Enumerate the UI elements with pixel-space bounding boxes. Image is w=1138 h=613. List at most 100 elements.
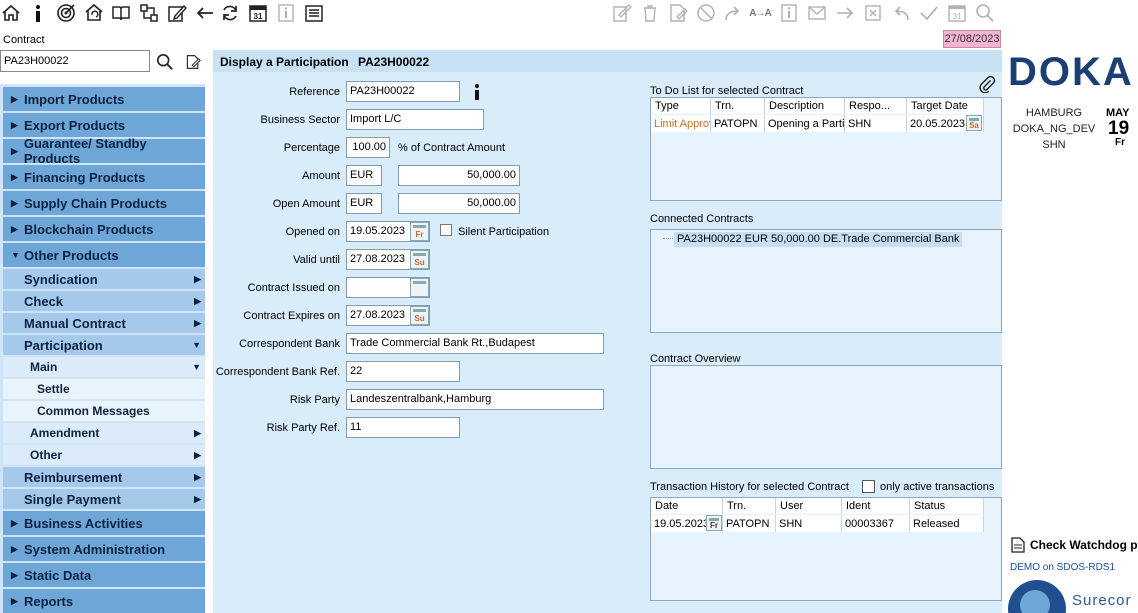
watchdog-doc-icon (1011, 537, 1025, 556)
info-icon[interactable] (27, 2, 49, 24)
opened-on-calendar-icon[interactable]: Fr (410, 222, 429, 241)
book-icon[interactable] (110, 2, 132, 24)
open-amount-currency-field[interactable]: EUR (346, 193, 382, 214)
history-col-ident[interactable]: Ident (842, 498, 910, 514)
house-refresh-icon[interactable] (83, 2, 105, 24)
nav-label: Reports (24, 593, 74, 609)
nav-label: System Administration (24, 541, 166, 557)
reference-field[interactable]: PA23H00022 (346, 81, 460, 102)
nav-reimbursement[interactable]: Reimbursement ▶ (3, 467, 205, 487)
nav-label: Business Activities (24, 515, 143, 531)
document-edit-icon[interactable] (182, 51, 204, 73)
server-link[interactable]: DEMO on SDOS-RDS1 (1010, 562, 1115, 573)
risk-party-ref-label: Risk Party Ref. (266, 422, 340, 434)
amount-field[interactable]: 50,000.00 (398, 165, 520, 186)
home-icon[interactable] (0, 2, 22, 24)
todo-date-calendar-icon[interactable]: Sa (966, 115, 982, 131)
history-col-trn[interactable]: Trn. (723, 498, 776, 514)
nav-label: Participation (24, 337, 103, 353)
workflow-icon[interactable] (138, 2, 160, 24)
only-active-checkbox[interactable] (862, 480, 875, 493)
todo-col-responsible[interactable]: Respo... (845, 98, 907, 114)
trash-icon (639, 2, 661, 24)
contract-issued-calendar-icon[interactable] (410, 278, 429, 297)
correspondent-ref-field[interactable]: 22 (346, 361, 460, 382)
todo-col-description[interactable]: Description (765, 98, 845, 114)
todo-row-description[interactable]: Opening a Partic (765, 115, 845, 132)
attachment-icon[interactable] (978, 75, 996, 96)
contract-input[interactable] (0, 50, 150, 72)
surecomp-brand: Surecor (1072, 592, 1132, 609)
list-icon[interactable] (303, 2, 325, 24)
search-icon[interactable] (154, 51, 176, 73)
history-col-date[interactable]: Date (651, 498, 723, 514)
todo-col-trn[interactable]: Trn. (711, 98, 765, 114)
forward-icon (722, 2, 744, 24)
nav-label: Financing Products (24, 169, 146, 185)
nav-static-data[interactable]: ▶ Static Data (3, 563, 205, 587)
svg-text:31: 31 (953, 12, 962, 21)
check-watchdog-link[interactable]: Check Watchdog p (1030, 538, 1138, 552)
valid-until-calendar-icon[interactable]: Su (410, 250, 429, 269)
todo-row-trn[interactable]: PATOPN (711, 115, 765, 132)
calendar-icon[interactable]: 31 (247, 2, 269, 24)
risk-party-ref-field[interactable]: 11 (346, 417, 460, 438)
nav-business-activities[interactable]: ▶ Business Activities (3, 511, 205, 535)
percentage-field[interactable]: 100.00 (346, 137, 390, 158)
history-row-user[interactable]: SHN (776, 515, 842, 532)
open-amount-field[interactable]: 50,000.00 (398, 193, 520, 214)
weekday-label: Su (414, 313, 425, 323)
refresh-icon[interactable] (219, 2, 241, 24)
calendar-weekday: Fr (1115, 137, 1125, 148)
undo-icon (890, 2, 912, 24)
history-date-calendar-icon[interactable]: Fr (706, 515, 722, 531)
history-row-ident[interactable]: 00003367 (842, 515, 910, 532)
back-arrow-icon[interactable] (194, 2, 216, 24)
todo-col-target-date[interactable]: Target Date (907, 98, 984, 114)
info-doc-icon (778, 2, 800, 24)
connected-contract-item[interactable]: PA23H00022 EUR 50,000.00 DE.Trade Commer… (674, 232, 963, 247)
edit-icon[interactable] (166, 2, 188, 24)
tree-connector (663, 238, 673, 239)
valid-until-label: Valid until (293, 254, 340, 266)
history-col-user[interactable]: User (776, 498, 842, 514)
contract-expires-calendar-icon[interactable]: Su (410, 306, 429, 325)
nav-label: Manual Contract (24, 315, 126, 331)
nav-label: Syndication (24, 271, 98, 287)
silent-participation-label: Silent Participation (458, 226, 550, 238)
nav-label: Amendment (30, 426, 100, 440)
surecomp-logo-inner (1020, 590, 1050, 613)
connected-contracts-label: Connected Contracts (650, 213, 754, 225)
todo-col-type[interactable]: Type (651, 98, 711, 114)
todo-row-type[interactable]: Limit Approv (651, 115, 711, 132)
contract-overview-label: Contract Overview (650, 353, 741, 365)
weekday-label: Sa (969, 120, 979, 130)
nav-single-payment[interactable]: Single Payment ▶ (3, 489, 205, 509)
nav-label: Import Products (24, 91, 125, 107)
todo-row-responsible[interactable]: SHN (845, 115, 907, 132)
reference-info-icon[interactable] (471, 83, 483, 104)
nav-reports[interactable]: ▶ Reports (3, 589, 205, 613)
business-sector-field[interactable]: Import L/C (346, 109, 484, 130)
silent-participation-checkbox[interactable] (440, 224, 452, 236)
history-row-trn[interactable]: PATOPN (723, 515, 776, 532)
nav-check[interactable]: Check ▶ (3, 291, 205, 311)
amount-label: Amount (302, 170, 340, 182)
nav-system-administration[interactable]: ▶ System Administration (3, 537, 205, 561)
arrow-right-icon (834, 2, 856, 24)
info-box-icon[interactable] (275, 2, 297, 24)
correspondent-bank-label: Correspondent Bank (239, 338, 340, 350)
magnifier-icon (974, 2, 996, 24)
history-row-status[interactable]: Released (910, 515, 984, 532)
correspondent-bank-field[interactable]: Trade Commercial Bank Rt.,Budapest (346, 333, 604, 354)
nav-other[interactable]: Other ▶ (3, 445, 205, 465)
opened-on-label: Opened on (285, 226, 340, 238)
cancel-icon (695, 2, 717, 24)
nav-label: Static Data (24, 567, 92, 583)
percentage-label: Percentage (283, 142, 340, 154)
risk-party-field[interactable]: Landeszentralbank,Hamburg (346, 389, 604, 410)
history-col-status[interactable]: Status (910, 498, 984, 514)
amount-currency-field[interactable]: EUR (346, 165, 382, 186)
page-title: Display a Participation (220, 55, 349, 69)
target-icon[interactable] (55, 2, 77, 24)
